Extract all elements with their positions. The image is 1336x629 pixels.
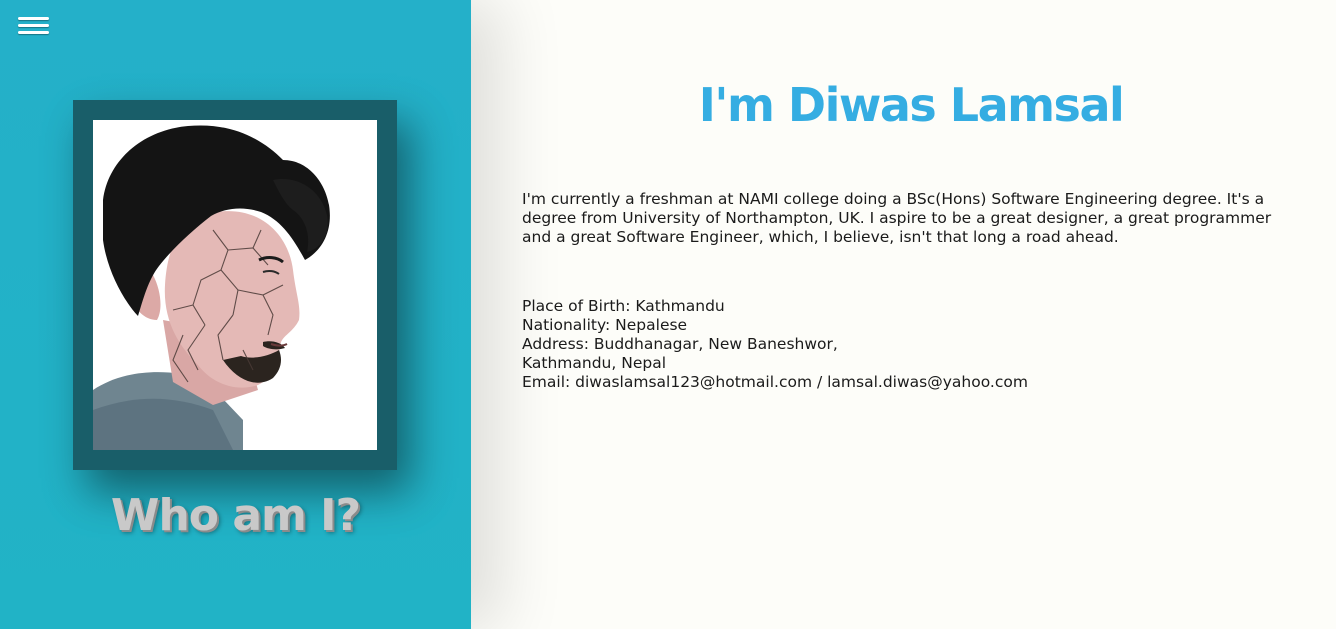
address-line-2: Kathmandu, Nepal — [522, 354, 667, 372]
who-am-i-heading: Who am I? — [110, 490, 361, 541]
menu-bar — [18, 24, 49, 27]
profile-photo — [93, 120, 377, 450]
nationality: Nationality: Nepalese — [522, 316, 688, 334]
bio-paragraph: I'm currently a freshman at NAMI college… — [522, 190, 1272, 246]
hamburger-menu-icon[interactable] — [18, 15, 50, 37]
page-title: I'm Diwas Lamsal — [698, 78, 1125, 132]
profile-sidebar: Who am I? — [0, 0, 471, 629]
profile-portrait-illustration — [93, 120, 377, 450]
page: Who am I? I'm Diwas Lamsal I'm currently… — [0, 0, 1336, 629]
profile-photo-frame — [73, 100, 397, 470]
about-content: I'm Diwas Lamsal I'm currently a freshma… — [471, 0, 1336, 629]
place-of-birth: Place of Birth: Kathmandu — [522, 297, 725, 315]
personal-details: Place of Birth: Kathmandu Nationality: N… — [522, 297, 1302, 392]
menu-bar — [18, 31, 49, 34]
menu-bar — [18, 17, 49, 20]
email-addresses: Email: diwaslamsal123@hotmail.com / lams… — [522, 373, 1028, 391]
address-line-1: Address: Buddhanagar, New Baneshwor, — [522, 335, 838, 353]
